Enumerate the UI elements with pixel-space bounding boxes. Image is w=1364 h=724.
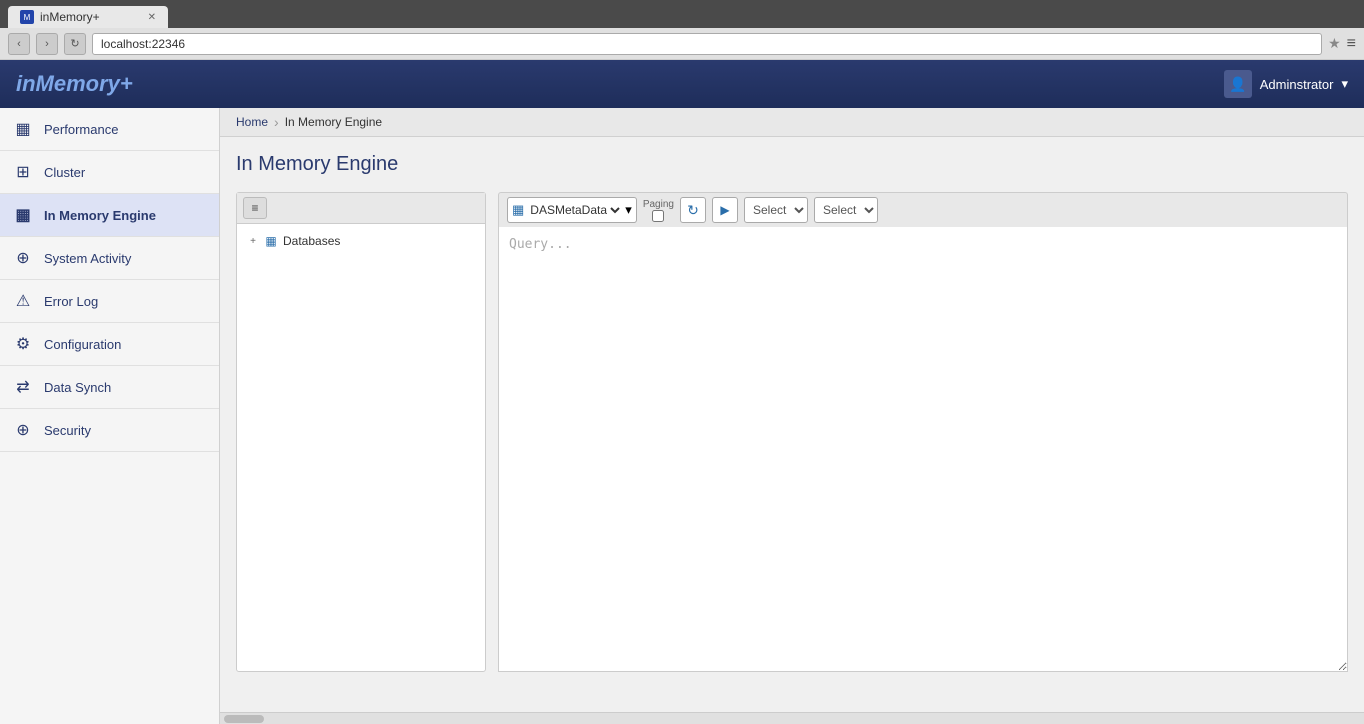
paging-checkbox[interactable] [652,210,664,222]
user-name: Adminstrator [1260,77,1334,92]
sidebar-item-data-synch[interactable]: ⇄ Data Synch [0,366,219,409]
sidebar: ▦ Performance ⊞ Cluster ▦ In Memory Engi… [0,108,220,724]
sidebar-icon-performance: ▦ [12,118,34,140]
forward-button[interactable]: › [36,33,58,55]
breadcrumb-home-link[interactable]: Home [236,115,268,129]
tab-title: inMemory+ [40,10,100,24]
tree-toolbar: ≡ [237,193,485,224]
tab-close-button[interactable]: ✕ [148,12,156,23]
sidebar-icon-in-memory-engine: ▦ [12,204,34,226]
sidebar-label-error-log: Error Log [44,294,98,309]
browser-menu-button[interactable]: ≡ [1347,35,1356,53]
user-area: 👤 Adminstrator ▾ [1224,70,1348,98]
sidebar-label-system-activity: System Activity [44,251,131,266]
back-button[interactable]: ‹ [8,33,30,55]
page-title: In Memory Engine [236,153,1348,176]
reload-button[interactable]: ↻ [64,33,86,55]
tree-panel: ≡ + ▦ Databases [236,192,486,672]
tree-expand-icon[interactable]: + [247,235,259,247]
browser-toolbar: ‹ › ↻ ★ ≡ [0,28,1364,60]
query-select-2[interactable]: Select [814,197,878,223]
breadcrumb-separator: › [274,114,279,130]
sidebar-icon-cluster: ⊞ [12,161,34,183]
sidebar-item-performance[interactable]: ▦ Performance [0,108,219,151]
tree-databases-icon: ▦ [263,233,279,249]
sidebar-label-configuration: Configuration [44,337,121,352]
tree-toolbar-button[interactable]: ≡ [243,197,267,219]
bookmark-icon[interactable]: ★ [1328,35,1341,52]
sidebar-label-data-synch: Data Synch [44,380,111,395]
sidebar-item-configuration[interactable]: ⚙ Configuration [0,323,219,366]
user-dropdown-icon[interactable]: ▾ [1341,76,1348,92]
browser-chrome: M inMemory+ ✕ ‹ › ↻ ★ ≡ [0,0,1364,60]
app-header: inMemory+ 👤 Adminstrator ▾ [0,60,1364,108]
sidebar-item-error-log[interactable]: ⚠ Error Log [0,280,219,323]
db-select-icon: ▦ [512,202,524,218]
content-area: Home › In Memory Engine In Memory Engine… [220,108,1364,724]
query-select-1[interactable]: Select [744,197,808,223]
page-content: In Memory Engine ≡ + ▦ Databases [220,137,1364,712]
sidebar-icon-error-log: ⚠ [12,290,34,312]
sidebar-icon-configuration: ⚙ [12,333,34,355]
sidebar-item-cluster[interactable]: ⊞ Cluster [0,151,219,194]
main-area: ▦ Performance ⊞ Cluster ▦ In Memory Engi… [0,108,1364,724]
sidebar-item-security[interactable]: ⊕ Security [0,409,219,452]
db-select-container: ▦ DASMetaData ▾ [507,197,637,223]
bottom-scrollbar[interactable] [220,712,1364,724]
paging-area: Paging [643,199,674,222]
sidebar-label-cluster: Cluster [44,165,85,180]
user-avatar-icon: 👤 [1224,70,1252,98]
sidebar-label-in-memory-engine: In Memory Engine [44,208,156,223]
tree-content: + ▦ Databases [237,224,485,258]
scrollbar-thumb[interactable] [224,715,264,723]
sidebar-icon-system-activity: ⊕ [12,247,34,269]
panels: ≡ + ▦ Databases [236,192,1348,672]
sidebar-icon-security: ⊕ [12,419,34,441]
app-wrapper: inMemory+ 👤 Adminstrator ▾ ▦ Performance… [0,60,1364,724]
query-textarea[interactable] [498,227,1348,672]
breadcrumb-current: In Memory Engine [285,115,382,129]
browser-tab-bar: M inMemory+ ✕ [0,0,1364,28]
browser-tab[interactable]: M inMemory+ ✕ [8,6,168,28]
address-bar[interactable] [92,33,1322,55]
app-logo: inMemory+ [16,71,133,97]
tree-item-databases[interactable]: + ▦ Databases [243,230,479,252]
db-select-dropdown[interactable]: DASMetaData [526,202,623,218]
run-button[interactable]: ▶ [712,197,738,223]
refresh-button[interactable]: ↻ [680,197,706,223]
sidebar-label-performance: Performance [44,122,118,137]
tree-databases-label: Databases [283,234,340,248]
sidebar-icon-data-synch: ⇄ [12,376,34,398]
query-panel: ▦ DASMetaData ▾ Paging [498,192,1348,672]
sidebar-item-system-activity[interactable]: ⊕ System Activity [0,237,219,280]
sidebar-item-in-memory-engine[interactable]: ▦ In Memory Engine [0,194,219,237]
breadcrumb: Home › In Memory Engine [220,108,1364,137]
query-toolbar: ▦ DASMetaData ▾ Paging [498,192,1348,227]
sidebar-label-security: Security [44,423,91,438]
db-select-chevron-icon: ▾ [625,202,632,218]
tab-favicon: M [20,10,34,24]
paging-label: Paging [643,199,674,210]
